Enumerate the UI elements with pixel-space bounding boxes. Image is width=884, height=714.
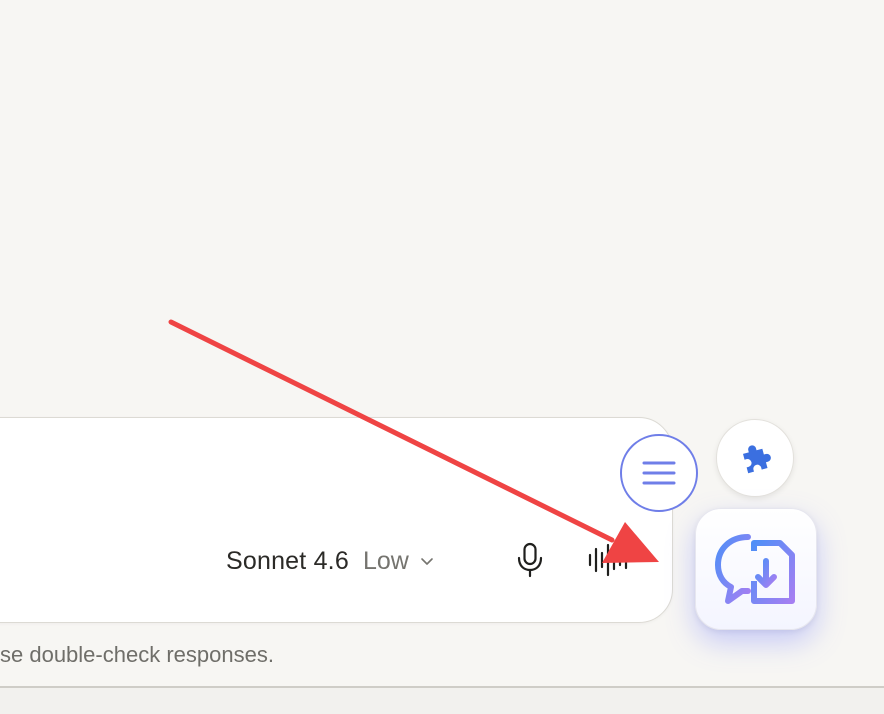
menu-floating-button[interactable] (620, 434, 698, 512)
microphone-button[interactable] (510, 540, 550, 580)
voice-waveform-icon (588, 543, 628, 577)
chat-composer[interactable] (0, 417, 673, 623)
chevron-down-icon (419, 553, 435, 569)
app-floating-button[interactable] (695, 508, 817, 630)
hamburger-menu-icon (642, 461, 676, 485)
model-selector[interactable]: Sonnet 4.6 Low (226, 543, 435, 579)
chat-download-icon (715, 534, 795, 604)
effort-level: Low (362, 546, 409, 575)
puzzle-piece-icon (743, 445, 771, 474)
microphone-icon (517, 542, 543, 578)
model-name: Sonnet 4.6 (226, 546, 349, 575)
voice-mode-button[interactable] (586, 540, 632, 580)
disclaimer-text: se double-check responses. (0, 642, 274, 667)
extension-floating-button[interactable] (716, 419, 794, 497)
footer-divider (0, 686, 884, 714)
